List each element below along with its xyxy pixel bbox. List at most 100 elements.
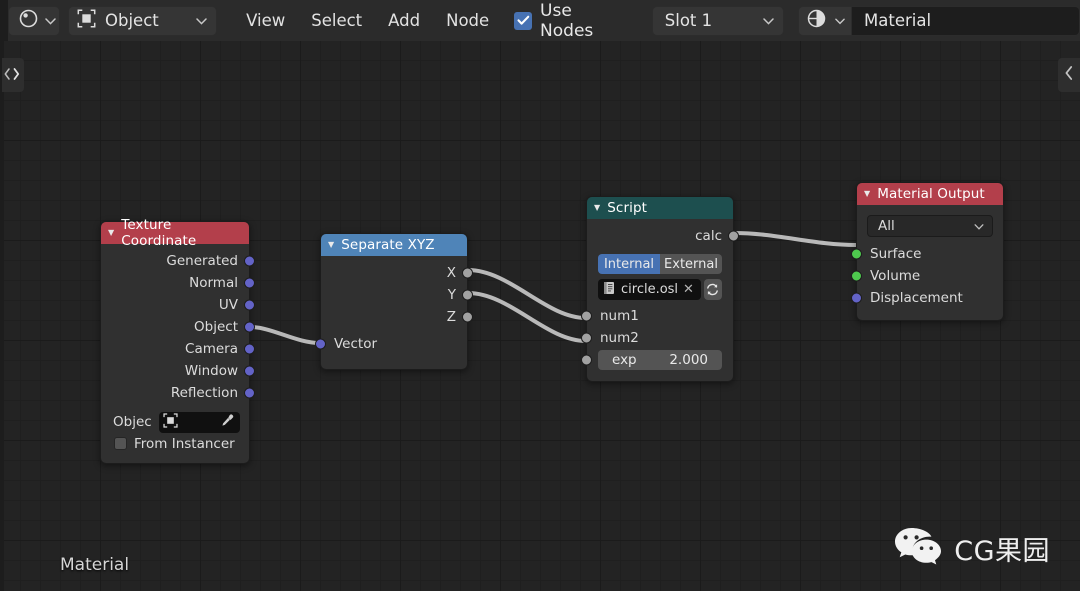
node-title-texture-coordinate: Texture Coordinate: [121, 217, 197, 249]
socket-calc[interactable]: [728, 230, 739, 242]
output-label-window: Window: [184, 363, 238, 379]
node-script[interactable]: ▼ Script calc Internal External circle.o…: [581, 196, 739, 382]
refresh-icon[interactable]: [703, 279, 722, 300]
script-file-row: circle.osl ✕: [598, 279, 722, 300]
shader-type-dropdown[interactable]: Object: [68, 5, 218, 36]
canvas-left-edge: [0, 41, 4, 591]
chevron-down-icon: [45, 15, 56, 27]
input-volume[interactable]: Volume: [851, 265, 1003, 287]
socket-num1[interactable]: [581, 310, 592, 322]
socket-camera[interactable]: [244, 343, 255, 355]
from-instancer-label: From Instancer: [134, 435, 235, 452]
input-num2[interactable]: num2: [581, 327, 733, 349]
chevron-left-right-icon: [3, 66, 23, 85]
script-mode-internal[interactable]: Internal: [598, 254, 660, 274]
triangle-down-icon[interactable]: ▼: [108, 229, 114, 237]
script-file-name: circle.osl: [621, 282, 679, 297]
checkbox-checked-icon[interactable]: [514, 11, 533, 30]
object-picker-field[interactable]: [158, 411, 240, 433]
output-target-dropdown[interactable]: All: [867, 215, 993, 237]
watermark-text: CG果园: [954, 535, 1050, 567]
input-vector[interactable]: Vector: [315, 333, 467, 355]
socket-y[interactable]: [462, 289, 473, 301]
sidebar-toggle-right[interactable]: [1058, 58, 1080, 92]
script-mode-toggle[interactable]: Internal External: [598, 254, 722, 274]
node-texture-coordinate[interactable]: ▼ Texture Coordinate Generated Normal UV…: [100, 217, 255, 464]
triangle-down-icon[interactable]: ▼: [594, 204, 600, 212]
output-object[interactable]: Object: [101, 316, 255, 338]
socket-z[interactable]: [462, 311, 473, 323]
socket-volume[interactable]: [851, 270, 862, 282]
editor-type-button[interactable]: [8, 5, 60, 36]
script-mode-external[interactable]: External: [660, 254, 722, 274]
sidebar-toggle-left[interactable]: [2, 58, 24, 92]
material-slot-dropdown[interactable]: Slot 1: [651, 5, 784, 36]
menu-select[interactable]: Select: [298, 6, 375, 36]
socket-reflection[interactable]: [244, 387, 255, 399]
node-body-script: calc Internal External circle.osl ✕ num1…: [581, 219, 739, 381]
material-name-field[interactable]: Material: [852, 5, 1080, 36]
input-displacement[interactable]: Displacement: [851, 287, 1003, 309]
triangle-down-icon[interactable]: ▼: [864, 190, 870, 198]
close-x-icon[interactable]: ✕: [683, 282, 696, 297]
from-instancer-toggle[interactable]: From Instancer: [101, 433, 249, 454]
material-selector: Material: [798, 5, 1080, 36]
use-nodes-toggle[interactable]: Use Nodes: [514, 1, 630, 41]
input-surface[interactable]: Surface: [851, 243, 1003, 265]
output-label-object: Object: [194, 319, 238, 335]
output-z[interactable]: Z: [321, 306, 473, 328]
output-generated[interactable]: Generated: [101, 250, 255, 272]
menu-node[interactable]: Node: [433, 6, 502, 36]
output-label-x: X: [446, 265, 456, 281]
node-separate-xyz[interactable]: ▼ Separate XYZ X Y Z Vector: [315, 233, 473, 370]
output-normal[interactable]: Normal: [101, 272, 255, 294]
output-y[interactable]: Y: [321, 284, 473, 306]
socket-uv[interactable]: [244, 299, 255, 311]
output-label-z: Z: [446, 309, 456, 325]
node-header-material-output[interactable]: ▼ Material Output: [857, 183, 1003, 205]
socket-num2[interactable]: [581, 332, 592, 344]
output-x[interactable]: X: [321, 262, 473, 284]
checkbox-unchecked-icon[interactable]: [114, 437, 127, 450]
socket-surface[interactable]: [851, 248, 862, 260]
object-shader-icon: [77, 9, 96, 32]
node-body-texture-coordinate: Generated Normal UV Object Camera Window…: [101, 244, 255, 463]
material-browse-button[interactable]: [798, 5, 852, 36]
menu-add[interactable]: Add: [375, 6, 433, 36]
socket-window[interactable]: [244, 365, 255, 377]
exp-value-field[interactable]: exp 2.000: [598, 350, 722, 370]
output-calc[interactable]: calc: [587, 225, 739, 247]
node-header-script[interactable]: ▼ Script: [587, 197, 733, 219]
output-label-uv: UV: [218, 297, 238, 313]
output-window[interactable]: Window: [101, 360, 255, 382]
material-sphere-icon: [807, 9, 826, 32]
socket-generated[interactable]: [244, 255, 255, 267]
output-reflection[interactable]: Reflection: [101, 382, 255, 404]
output-camera[interactable]: Camera: [101, 338, 255, 360]
script-file-field[interactable]: circle.osl ✕: [598, 279, 701, 300]
input-label-displacement: Displacement: [870, 290, 963, 306]
text-datablock-icon: [602, 280, 616, 299]
eyedropper-icon[interactable]: [220, 413, 235, 432]
socket-object[interactable]: [244, 321, 255, 333]
menu-view[interactable]: View: [233, 6, 298, 36]
socket-exp[interactable]: [581, 354, 592, 366]
node-header-texture-coordinate[interactable]: ▼ Texture Coordinate: [101, 217, 249, 249]
socket-x[interactable]: [462, 267, 473, 279]
exp-value: 2.000: [669, 352, 708, 368]
editor-header: Object View Select Add Node Use Nodes Sl…: [0, 0, 1080, 41]
node-material-output[interactable]: ▼ Material Output All Surface Volume Dis…: [851, 182, 1004, 321]
socket-normal[interactable]: [244, 277, 255, 289]
input-num1[interactable]: num1: [581, 305, 733, 327]
socket-displacement[interactable]: [851, 292, 862, 304]
node-header-separate-xyz[interactable]: ▼ Separate XYZ: [321, 234, 467, 256]
input-exp[interactable]: exp 2.000: [581, 349, 733, 371]
socket-vector[interactable]: [315, 338, 326, 350]
output-label-generated: Generated: [166, 253, 238, 269]
output-uv[interactable]: UV: [101, 294, 255, 316]
watermark: CG果园: [894, 525, 1050, 571]
triangle-down-icon[interactable]: ▼: [328, 241, 334, 249]
output-label-camera: Camera: [185, 341, 238, 357]
node-canvas[interactable]: ▼ Texture Coordinate Generated Normal UV…: [0, 41, 1080, 591]
exp-label: exp: [612, 352, 637, 368]
